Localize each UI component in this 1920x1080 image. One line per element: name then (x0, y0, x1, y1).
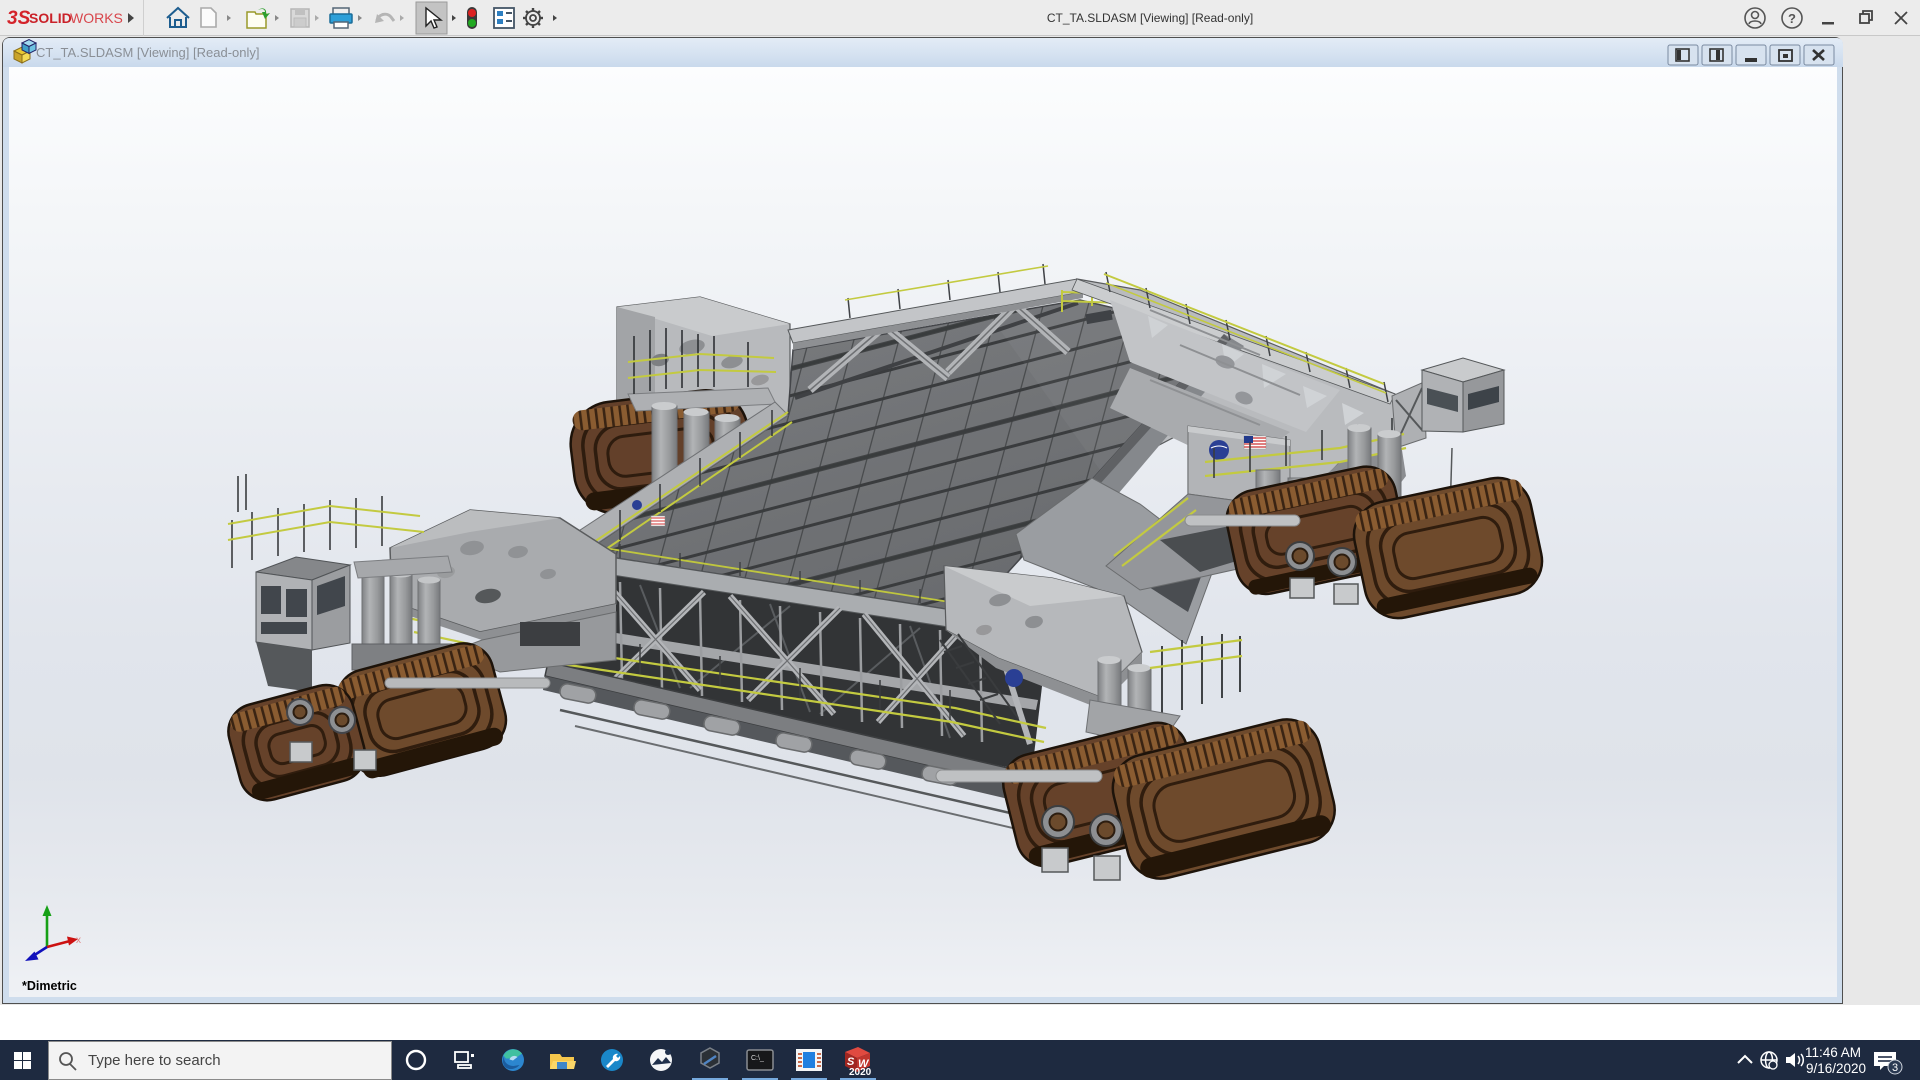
svg-text:Type here to search: Type here to search (88, 1052, 221, 1069)
svg-text:?: ? (1788, 11, 1796, 26)
svg-text:x: x (76, 935, 81, 946)
svg-text:9/16/2020: 9/16/2020 (1806, 1061, 1866, 1076)
svg-text:C:\_: C:\_ (751, 1055, 764, 1062)
svg-text:SOLID: SOLID (29, 10, 72, 26)
svg-text:WORKS: WORKS (70, 10, 123, 26)
svg-text:3S: 3S (7, 8, 31, 29)
svg-text:*Dimetric: *Dimetric (22, 979, 77, 993)
svg-text:11:46 AM: 11:46 AM (1805, 1045, 1861, 1060)
svg-text:2020: 2020 (849, 1067, 872, 1078)
svg-text:3: 3 (1892, 1062, 1898, 1074)
